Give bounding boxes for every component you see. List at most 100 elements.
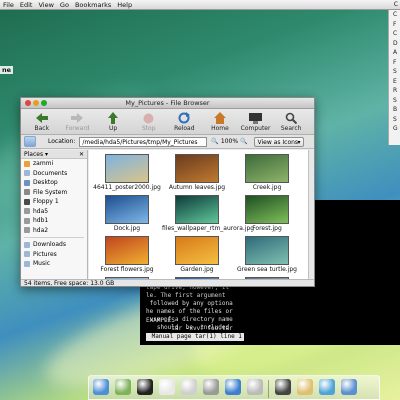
sidebar-item-hda5[interactable]: hda5 bbox=[21, 207, 87, 217]
zoom-window-button[interactable] bbox=[41, 100, 47, 106]
back-button[interactable]: Back bbox=[25, 112, 59, 132]
sidebar-item-music[interactable]: Music bbox=[21, 259, 87, 269]
image-thumbnail bbox=[245, 236, 289, 265]
file-item[interactable]: Garden.jpg bbox=[162, 236, 232, 273]
dock bbox=[88, 375, 380, 400]
window-titlebar[interactable]: My_Pictures - File Browser bbox=[21, 98, 314, 109]
sidebar-item-hdb1[interactable]: hdb1 bbox=[21, 216, 87, 226]
sidebar-item-label: hda5 bbox=[33, 207, 49, 215]
harddisk-icon bbox=[24, 189, 30, 196]
file-item[interactable]: Green sea turtle.jpg bbox=[232, 236, 302, 273]
right-panel-item[interactable]: A bbox=[389, 48, 400, 58]
menubar-clock[interactable]: C bbox=[394, 1, 398, 8]
zoom-in-icon[interactable]: 🔍 bbox=[240, 138, 247, 145]
forward-button[interactable]: Forward bbox=[61, 112, 95, 132]
menu-help[interactable]: Help bbox=[114, 1, 135, 9]
search-icon bbox=[285, 112, 298, 124]
sidebar-item-zammi[interactable]: zammi bbox=[21, 159, 87, 169]
sidebar-header[interactable]: Places ▾ ✕ bbox=[21, 150, 87, 159]
right-panel-item[interactable]: D bbox=[389, 39, 400, 49]
right-panel-item[interactable]: G bbox=[389, 124, 400, 134]
file-item[interactable]: Autumn leaves.jpg bbox=[162, 154, 232, 191]
itunes-icon[interactable] bbox=[115, 379, 131, 395]
stop-button[interactable]: Stop bbox=[132, 112, 166, 132]
zoom-out-icon[interactable]: 🔍 bbox=[211, 138, 218, 145]
right-panel-item[interactable]: B bbox=[389, 105, 400, 115]
drive-icon bbox=[24, 208, 30, 215]
sidebar-item-label: Desktop bbox=[33, 179, 58, 186]
screen-icon[interactable] bbox=[275, 379, 291, 395]
folder-icon bbox=[24, 260, 30, 267]
right-panel-item[interactable]: F bbox=[389, 58, 400, 68]
image-thumbnail bbox=[105, 195, 149, 224]
file-item[interactable]: 46411_poster2000.jpg bbox=[92, 154, 162, 191]
reload-button[interactable]: Reload bbox=[168, 112, 202, 132]
folder-icon bbox=[24, 241, 30, 248]
file-item[interactable]: Forest flowers.jpg bbox=[92, 236, 162, 273]
app-icon[interactable] bbox=[247, 379, 263, 395]
right-panel-item[interactable]: S bbox=[389, 96, 400, 106]
close-window-button[interactable] bbox=[25, 100, 31, 106]
search-button[interactable]: Search bbox=[274, 112, 308, 132]
home-button[interactable]: Home bbox=[203, 112, 237, 132]
sidebar-item-desktop[interactable]: Desktop bbox=[21, 178, 87, 188]
view-mode-select[interactable]: View as Icons ▾ bbox=[253, 136, 304, 147]
right-panel-item[interactable]: S bbox=[389, 67, 400, 77]
file-name: Green sea turtle.jpg bbox=[236, 266, 297, 273]
clock-icon[interactable] bbox=[181, 379, 197, 395]
sidebar-item-hda2[interactable]: hda2 bbox=[21, 226, 87, 236]
menu-bookmarks[interactable]: Bookmarks bbox=[72, 1, 114, 9]
right-panel-item[interactable]: C bbox=[389, 10, 400, 20]
back-arrow-icon bbox=[35, 112, 48, 124]
menu-edit[interactable]: Edit bbox=[17, 1, 36, 9]
minimize-window-button[interactable] bbox=[33, 100, 39, 106]
right-panel-item[interactable]: R bbox=[389, 86, 400, 96]
terminal-line: should be included bbox=[146, 324, 230, 331]
image-thumbnail bbox=[175, 195, 219, 224]
computer-button[interactable]: Computer bbox=[239, 112, 273, 132]
sidebar-item-floppy-1[interactable]: Floppy 1 bbox=[21, 197, 87, 207]
sidebar-item-documents[interactable]: Documents bbox=[21, 169, 87, 179]
menu-view[interactable]: View bbox=[35, 1, 56, 9]
vertical-scrollbar[interactable] bbox=[308, 150, 314, 279]
sidebar-item-downloads[interactable]: Downloads bbox=[21, 240, 87, 250]
desktop-icon bbox=[24, 179, 30, 186]
forward-arrow-icon bbox=[71, 112, 84, 124]
terminal-line: le. The first argument bbox=[146, 292, 226, 299]
terminal-line: followed by any optiona bbox=[146, 300, 233, 307]
sidebar-item-file-system[interactable]: File System bbox=[21, 188, 87, 198]
folder-icon[interactable] bbox=[297, 379, 313, 395]
file-item[interactable]: Dock.jpg bbox=[92, 195, 162, 232]
trash-icon[interactable] bbox=[203, 379, 219, 395]
right-panel-item[interactable]: F bbox=[389, 20, 400, 30]
location-input[interactable]: /media/hda5/Pictures/tmp/My_Pictures bbox=[79, 136, 208, 147]
finder-icon[interactable] bbox=[93, 379, 109, 395]
safari-icon[interactable] bbox=[225, 379, 241, 395]
file-browser-window: My_Pictures - File Browser Back Forward … bbox=[20, 97, 315, 287]
sidebar-item-pictures[interactable]: Pictures bbox=[21, 250, 87, 260]
menu-file[interactable]: File bbox=[0, 1, 17, 9]
home-folder-icon bbox=[24, 160, 30, 167]
floppy-icon bbox=[24, 198, 30, 205]
calendar-icon[interactable] bbox=[159, 379, 175, 395]
file-item[interactable]: files_wallpaper_rtm_aurora.jpg bbox=[162, 195, 254, 232]
right-side-panel: CFCDAFSERSBSG bbox=[388, 10, 400, 145]
right-panel-item[interactable]: S bbox=[389, 115, 400, 125]
sidebar-item-label: hdb1 bbox=[33, 217, 49, 224]
globe-icon[interactable] bbox=[319, 379, 335, 395]
right-panel-item[interactable]: C bbox=[389, 29, 400, 39]
file-item[interactable]: Creek.jpg bbox=[232, 154, 302, 191]
finder-face-icon[interactable] bbox=[341, 379, 357, 395]
right-panel-item[interactable]: E bbox=[389, 77, 400, 87]
close-sidebar-icon[interactable]: ✕ bbox=[79, 150, 84, 159]
file-icon-view[interactable]: 46411_poster2000.jpg Autumn leaves.jpg Cre… bbox=[89, 150, 314, 279]
terminal-icon[interactable] bbox=[137, 379, 153, 395]
zoom-level[interactable]: 100% bbox=[221, 138, 238, 145]
up-button[interactable]: Up bbox=[96, 112, 130, 132]
toggle-location-button[interactable] bbox=[24, 136, 36, 147]
up-arrow-icon bbox=[108, 112, 119, 124]
sidebar-item-label: zammi bbox=[33, 160, 54, 167]
file-item[interactable]: Forest.jpg bbox=[232, 195, 302, 232]
image-thumbnail bbox=[105, 154, 149, 183]
menu-go[interactable]: Go bbox=[57, 1, 72, 9]
